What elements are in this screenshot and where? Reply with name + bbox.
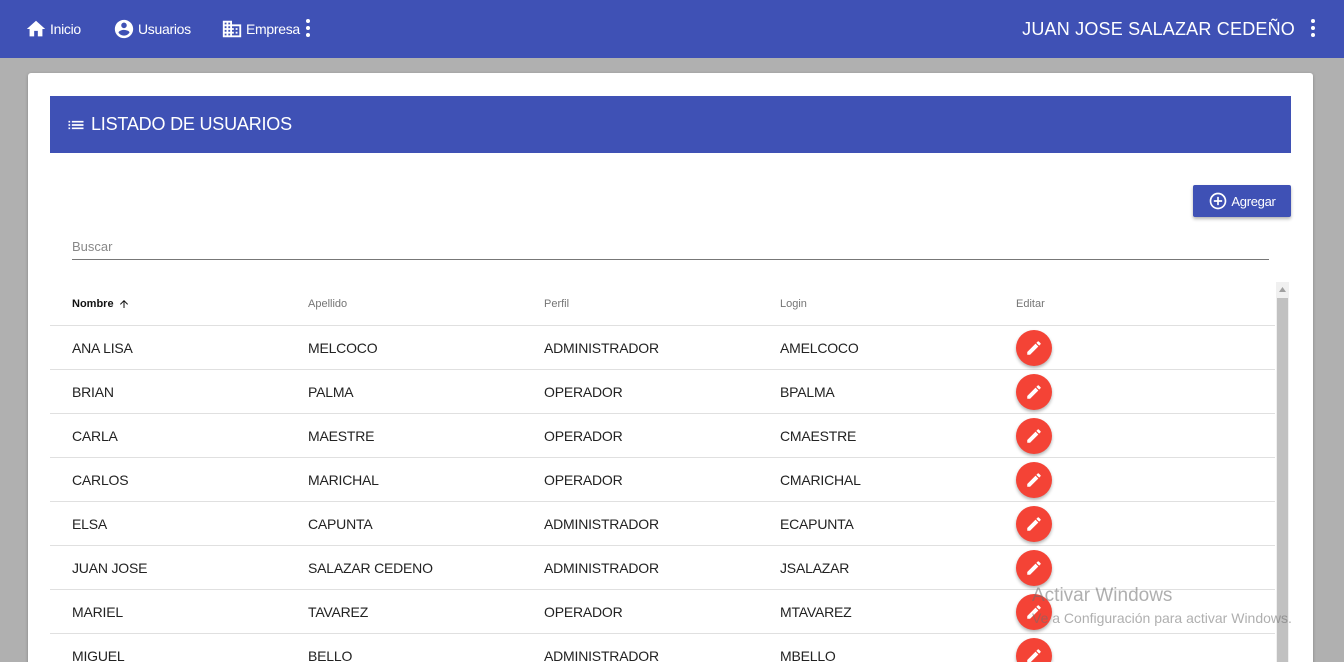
column-header-nombre-label: Nombre bbox=[72, 298, 114, 310]
pencil-icon bbox=[1027, 561, 1041, 575]
cell-perfil: ADMINISTRADOR bbox=[544, 648, 659, 662]
cell-nombre: MIGUEL bbox=[72, 648, 125, 662]
table-row: MIGUEL BELLO ADMINISTRADOR MBELLO bbox=[50, 634, 1275, 662]
edit-user-button[interactable] bbox=[1016, 550, 1052, 586]
cell-login: ECAPUNTA bbox=[780, 516, 854, 532]
pencil-icon bbox=[1027, 473, 1041, 487]
caret-up-icon bbox=[1279, 286, 1286, 292]
column-header-editar: Editar bbox=[1016, 298, 1045, 310]
watermark-title: Activar Windows bbox=[1032, 585, 1173, 606]
table-row: CARLA MAESTRE OPERADOR CMAESTRE bbox=[50, 414, 1275, 458]
column-header-apellido[interactable]: Apellido bbox=[308, 282, 347, 326]
column-header-login[interactable]: Login bbox=[780, 282, 807, 326]
nav-usuarios-link[interactable]: Usuarios bbox=[113, 0, 191, 58]
cell-nombre: ANA LISA bbox=[72, 340, 133, 356]
cell-apellido: CAPUNTA bbox=[308, 516, 373, 532]
edit-user-button[interactable] bbox=[1016, 374, 1052, 410]
cell-apellido: MAESTRE bbox=[308, 428, 375, 444]
pencil-icon bbox=[1027, 429, 1041, 443]
cell-perfil: OPERADOR bbox=[544, 604, 623, 620]
list-icon bbox=[68, 120, 84, 129]
column-header-nombre[interactable]: Nombre bbox=[72, 282, 130, 326]
edit-user-button[interactable] bbox=[1016, 506, 1052, 542]
cell-apellido: SALAZAR CEDENO bbox=[308, 560, 433, 576]
card-header: LISTADO DE USUARIOS bbox=[50, 96, 1291, 153]
more-vert-icon bbox=[306, 19, 310, 37]
cell-perfil: ADMINISTRADOR bbox=[544, 560, 659, 576]
search-field bbox=[72, 233, 1269, 260]
nav-empresa-label: Empresa bbox=[246, 21, 300, 37]
add-circle-outline-icon bbox=[1210, 192, 1227, 210]
cell-apellido: MARICHAL bbox=[308, 472, 379, 488]
add-user-button[interactable]: Agregar bbox=[1193, 185, 1291, 217]
user-more-menu-button[interactable] bbox=[1309, 17, 1317, 39]
pencil-icon bbox=[1027, 341, 1041, 355]
cell-nombre: JUAN JOSE bbox=[72, 560, 148, 576]
cell-perfil: ADMINISTRADOR bbox=[544, 516, 659, 532]
cell-login: MTAVAREZ bbox=[780, 604, 852, 620]
scroll-up-arrow[interactable] bbox=[1276, 282, 1289, 296]
search-input[interactable] bbox=[72, 233, 1269, 259]
users-card: LISTADO DE USUARIOS Agregar Nombre Apell… bbox=[28, 73, 1313, 662]
cell-apellido: TAVAREZ bbox=[308, 604, 369, 620]
column-header-perfil[interactable]: Perfil bbox=[544, 282, 569, 326]
cell-perfil: ADMINISTRADOR bbox=[544, 340, 659, 356]
cell-login: AMELCOCO bbox=[780, 340, 859, 356]
account-circle-icon bbox=[114, 19, 134, 39]
home-icon bbox=[26, 20, 46, 37]
cell-nombre: CARLOS bbox=[72, 472, 129, 488]
edit-user-button[interactable] bbox=[1016, 638, 1052, 662]
table-row: CARLOS MARICHAL OPERADOR CMARICHAL bbox=[50, 458, 1275, 502]
pencil-icon bbox=[1027, 649, 1041, 662]
cell-login: JSALAZAR bbox=[780, 560, 850, 576]
page-title: LISTADO DE USUARIOS bbox=[91, 114, 292, 134]
business-icon bbox=[222, 20, 242, 38]
table-row: BRIAN PALMA OPERADOR BPALMA bbox=[50, 370, 1275, 414]
edit-user-button[interactable] bbox=[1016, 418, 1052, 454]
nav-empresa-link[interactable]: Empresa bbox=[221, 0, 300, 58]
pencil-icon bbox=[1027, 517, 1041, 531]
top-app-bar: Inicio Usuarios Empresa JUAN JOSE SALAZA… bbox=[0, 0, 1344, 58]
cell-perfil: OPERADOR bbox=[544, 472, 623, 488]
add-user-label: Agregar bbox=[1231, 193, 1276, 209]
cell-login: MBELLO bbox=[780, 648, 836, 662]
edit-user-button[interactable] bbox=[1016, 462, 1052, 498]
table-header-row: Nombre Apellido Perfil Login Editar bbox=[50, 282, 1275, 326]
nav-inicio-link[interactable]: Inicio bbox=[25, 0, 81, 58]
cell-nombre: MARIEL bbox=[72, 604, 123, 620]
cell-apellido: MELCOCO bbox=[308, 340, 378, 356]
windows-activation-watermark: Activar Windows Ve a Configuración para … bbox=[1032, 585, 1292, 626]
cell-login: CMAESTRE bbox=[780, 428, 857, 444]
cell-perfil: OPERADOR bbox=[544, 384, 623, 400]
pencil-icon bbox=[1027, 385, 1041, 399]
cell-nombre: ELSA bbox=[72, 516, 107, 532]
cell-apellido: BELLO bbox=[308, 648, 353, 662]
current-user-name[interactable]: JUAN JOSE SALAZAR CEDEÑO bbox=[1022, 0, 1295, 58]
more-vert-icon bbox=[1311, 19, 1315, 37]
cell-nombre: BRIAN bbox=[72, 384, 114, 400]
cell-login: BPALMA bbox=[780, 384, 835, 400]
cell-login: CMARICHAL bbox=[780, 472, 861, 488]
table-row: ANA LISA MELCOCO ADMINISTRADOR AMELCOCO bbox=[50, 326, 1275, 370]
edit-user-button[interactable] bbox=[1016, 330, 1052, 366]
table-row: ELSA CAPUNTA ADMINISTRADOR ECAPUNTA bbox=[50, 502, 1275, 546]
cell-nombre: CARLA bbox=[72, 428, 118, 444]
watermark-subtitle: Ve a Configuración para activar Windows. bbox=[1032, 610, 1292, 626]
cell-perfil: OPERADOR bbox=[544, 428, 623, 444]
nav-more-menu-button[interactable] bbox=[304, 17, 312, 39]
cell-apellido: PALMA bbox=[308, 384, 354, 400]
nav-inicio-label: Inicio bbox=[50, 21, 81, 37]
table-row: JUAN JOSE SALAZAR CEDENO ADMINISTRADOR JSAL… bbox=[50, 546, 1275, 590]
arrow-upward-icon bbox=[119, 300, 128, 308]
nav-usuarios-label: Usuarios bbox=[138, 21, 191, 37]
